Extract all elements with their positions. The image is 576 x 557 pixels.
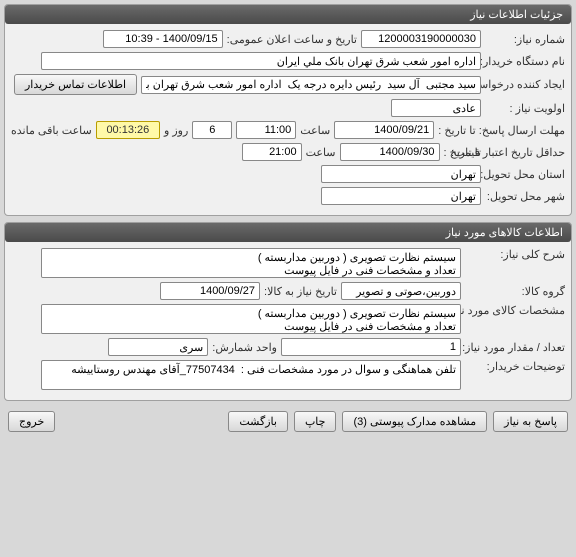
min-valid-time-label: ساعت (306, 146, 336, 159)
attachments-button[interactable]: مشاهده مدارک پیوستی (3) (342, 411, 487, 432)
need-no-label: شماره نیاز: (485, 33, 565, 46)
announce-field[interactable] (103, 30, 223, 48)
city-label: شهر محل تحویل: (485, 190, 565, 203)
countdown-timer: 00:13:26 (96, 121, 160, 139)
days-label: روز و (164, 124, 188, 137)
back-button[interactable]: بازگشت (228, 411, 288, 432)
notes-field[interactable] (41, 360, 461, 390)
timer-suffix-label: ساعت باقی مانده (11, 124, 92, 137)
notes-label: توضیحات خریدار: (465, 360, 565, 373)
province-field[interactable] (321, 165, 481, 183)
qty-field[interactable] (281, 338, 461, 356)
need-details-panel: جزئیات اطلاعات نیاز شماره نیاز: تاریخ و … (4, 4, 572, 216)
announce-label: تاریخ و ساعت اعلان عمومی: (227, 33, 357, 46)
need-no-field[interactable] (361, 30, 481, 48)
need-date-field[interactable] (160, 282, 260, 300)
panel2-title: اطلاعات کالاهای مورد نیاز (5, 223, 571, 242)
min-valid-label: حداقل تاریخ اعتبار قیمت: (485, 146, 565, 159)
group-field[interactable] (341, 282, 461, 300)
unit-label: واحد شمارش: (212, 341, 277, 354)
action-bar: پاسخ به نیاز مشاهده مدارک پیوستی (3) چاپ… (4, 407, 572, 436)
buyer-field[interactable] (41, 52, 481, 70)
reply-button[interactable]: پاسخ به نیاز (493, 411, 568, 432)
overall-desc-field[interactable] (41, 248, 461, 278)
priority-field[interactable] (391, 99, 481, 117)
unit-field[interactable] (108, 338, 208, 356)
deadline-time-field[interactable] (236, 121, 296, 139)
min-valid-to-label: تا تاریخ : (444, 146, 481, 159)
goods-info-panel: اطلاعات کالاهای مورد نیاز شرح کلی نیاز: … (4, 222, 572, 401)
min-valid-time-field[interactable] (242, 143, 302, 161)
city-field[interactable] (321, 187, 481, 205)
spec-label: مشخصات کالای مورد نیاز: (465, 304, 565, 317)
overall-desc-label: شرح کلی نیاز: (465, 248, 565, 261)
creator-field[interactable] (141, 76, 481, 94)
deadline-time-label: ساعت (300, 124, 330, 137)
qty-label: تعداد / مقدار مورد نیاز: (465, 341, 565, 354)
province-label: استان محل تحویل: (485, 168, 565, 181)
spec-field[interactable] (41, 304, 461, 334)
days-remaining-field[interactable] (192, 121, 232, 139)
buyer-contact-button[interactable]: اطلاعات تماس خریدار (14, 74, 137, 95)
creator-label: ایجاد کننده درخواست: (485, 78, 565, 91)
need-date-label: تاریخ نیاز به کالا: (264, 285, 337, 298)
min-valid-date-field[interactable] (340, 143, 440, 161)
exit-button[interactable]: خروج (8, 411, 55, 432)
priority-label: اولویت نیاز : (485, 102, 565, 115)
deadline-date-field[interactable] (334, 121, 434, 139)
deadline-label: مهلت ارسال پاسخ: تا تاریخ : (438, 124, 565, 137)
panel1-title: جزئیات اطلاعات نیاز (5, 5, 571, 24)
print-button[interactable]: چاپ (294, 411, 337, 432)
buyer-label: نام دستگاه خریدار: (485, 55, 565, 68)
group-label: گروه کالا: (465, 285, 565, 298)
